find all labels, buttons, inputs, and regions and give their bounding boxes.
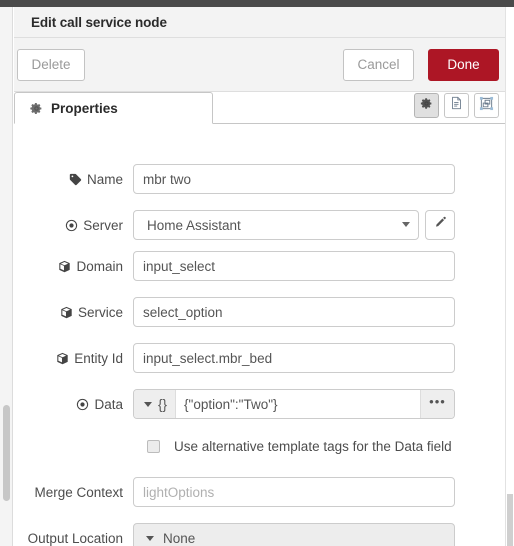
settings-gear-icon-button[interactable] <box>414 93 439 118</box>
field-row-merge-context: Merge Context <box>14 477 505 507</box>
merge-context-input[interactable] <box>133 477 455 507</box>
window-top-bar <box>0 0 514 7</box>
tab-icon-button-group <box>414 93 499 118</box>
description-document-icon <box>450 96 463 115</box>
name-input[interactable] <box>133 164 455 194</box>
tag-icon <box>69 173 82 186</box>
field-row-output-location: Output Location None <box>14 523 505 546</box>
service-label: Service <box>77 304 123 320</box>
cube-icon <box>56 352 69 365</box>
tab-bar: Properties <box>14 92 505 124</box>
data-expand-button[interactable]: ••• <box>420 390 454 418</box>
edit-call-service-node-dialog: Edit call service node Delete Cancel Don… <box>0 0 514 546</box>
output-location-value: None <box>163 530 196 546</box>
pencil-icon <box>434 216 447 234</box>
data-label-group: Data <box>14 397 133 412</box>
dialog-body: Edit call service node Delete Cancel Don… <box>14 7 505 546</box>
description-document-icon-button[interactable] <box>444 93 469 118</box>
alt-template-tags-checkbox[interactable] <box>147 439 160 453</box>
server-edit-button[interactable] <box>425 210 455 240</box>
server-select-value: Home Assistant <box>147 217 241 233</box>
output-location-label: Output Location <box>27 530 123 546</box>
dialog-title: Edit call service node <box>31 15 167 30</box>
dot-circle-icon <box>76 398 89 411</box>
field-row-entity-id: Entity Id <box>14 343 505 373</box>
gear-icon <box>30 102 43 115</box>
cube-icon <box>58 260 71 273</box>
merge-context-label: Merge Context <box>34 484 123 500</box>
cancel-button[interactable]: Cancel <box>343 49 414 81</box>
tab-properties[interactable]: Properties <box>14 92 213 124</box>
right-scrollbar-thumb[interactable] <box>507 494 513 546</box>
data-type-selector[interactable]: {} <box>134 390 177 418</box>
tab-properties-label: Properties <box>51 100 118 116</box>
domain-label: Domain <box>76 258 123 274</box>
appearance-frame-icon-button[interactable] <box>474 93 499 118</box>
name-label-group: Name <box>14 172 133 187</box>
domain-input[interactable] <box>133 251 455 281</box>
entity-id-input[interactable] <box>133 343 455 373</box>
data-value-input[interactable] <box>176 390 420 418</box>
field-row-server: Server Home Assistant <box>14 210 505 240</box>
dialog-header: Edit call service node <box>14 7 505 38</box>
cube-icon <box>60 306 73 319</box>
server-label-group: Server <box>14 218 133 233</box>
domain-label-group: Domain <box>14 259 133 274</box>
alt-template-tags-label: Use alternative template tags for the Da… <box>174 438 452 454</box>
service-label-group: Service <box>14 305 133 320</box>
service-input[interactable] <box>133 297 455 327</box>
done-button[interactable]: Done <box>428 49 499 81</box>
data-type-token: {} <box>158 396 168 412</box>
field-row-service: Service <box>14 297 505 327</box>
field-row-domain: Domain <box>14 251 505 281</box>
appearance-frame-icon <box>479 96 494 116</box>
left-scrollbar-thumb[interactable] <box>3 405 10 501</box>
delete-button[interactable]: Delete <box>17 49 85 81</box>
entity-id-label: Entity Id <box>74 350 123 366</box>
left-scrollbar-track[interactable] <box>0 7 13 546</box>
settings-gear-icon <box>420 97 433 115</box>
output-location-select[interactable]: None <box>133 523 455 546</box>
dialog-button-bar: Delete Cancel Done <box>14 38 505 92</box>
entity-id-label-group: Entity Id <box>14 351 133 366</box>
properties-form: Name Server Home Assis <box>14 124 505 546</box>
name-label: Name <box>86 171 123 187</box>
dot-circle-icon <box>65 219 78 232</box>
server-select-wrap: Home Assistant <box>133 210 419 240</box>
field-row-alt-template-tags: Use alternative template tags for the Da… <box>14 435 505 457</box>
server-select[interactable]: Home Assistant <box>133 210 419 240</box>
right-scrollbar-track[interactable] <box>505 7 514 546</box>
data-label: Data <box>94 396 123 412</box>
field-row-data: Data {} ••• <box>14 389 505 419</box>
chevron-down-icon <box>146 535 154 541</box>
field-row-name: Name <box>14 164 505 194</box>
chevron-down-icon <box>144 401 152 407</box>
data-typed-input: {} ••• <box>133 389 455 419</box>
server-label: Server <box>83 217 123 233</box>
